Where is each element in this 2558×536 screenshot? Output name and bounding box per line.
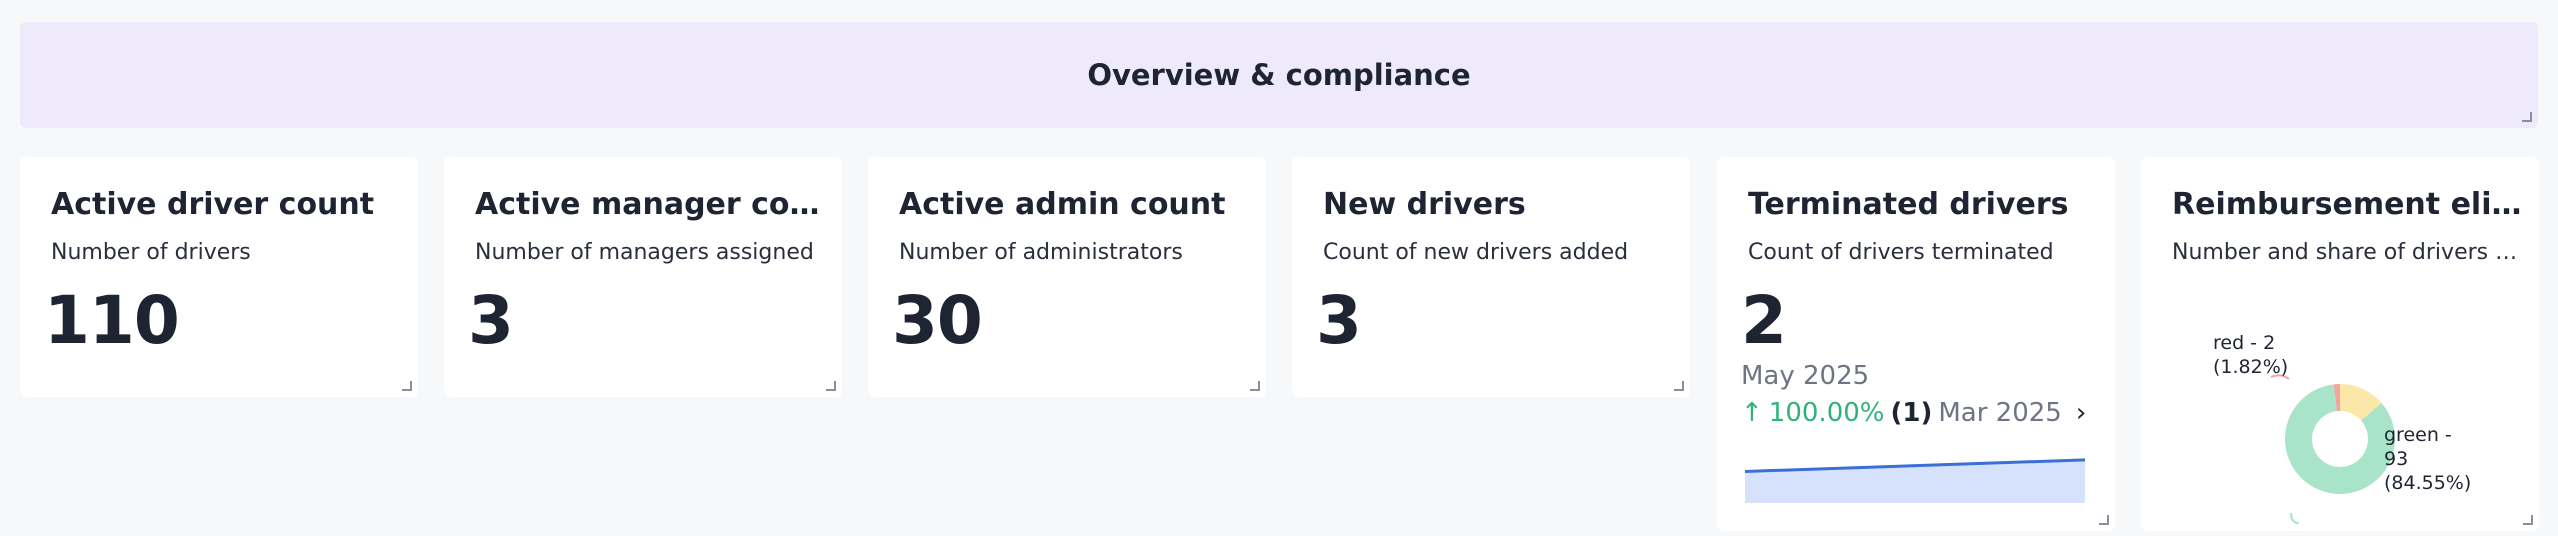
chevron-right-icon[interactable]: ›: [2076, 398, 2086, 428]
sparkline-chart: [1745, 458, 2085, 503]
resize-handle-icon[interactable]: [402, 381, 412, 391]
donut-label-red: red - 2 (1.82%): [2213, 332, 2289, 378]
card-subtitle: Number of drivers: [51, 240, 251, 265]
section-title: Overview & compliance: [1087, 58, 1471, 92]
card-title: Active driver count: [51, 187, 375, 222]
card-active-manager-count[interactable]: Active manager count Number of managers …: [444, 157, 842, 397]
trend-percent: 100.00%: [1768, 398, 1885, 428]
donut-chart: [2270, 374, 2395, 524]
period-label: May 2025: [1741, 361, 1870, 391]
card-title: Terminated drivers: [1748, 187, 2069, 222]
card-value: 3: [1316, 282, 1362, 359]
resize-handle-icon[interactable]: [826, 381, 836, 391]
card-title: New drivers: [1323, 187, 1526, 222]
resize-handle-icon[interactable]: [1674, 381, 1684, 391]
card-title: Active manager count: [475, 187, 825, 222]
card-new-drivers[interactable]: New drivers Count of new drivers added 3: [1292, 157, 1690, 397]
card-subtitle: Number of managers assigned: [475, 240, 814, 265]
donut-chart-area: red - 2 (1.82%) green - 93 (84.55%): [2141, 327, 2539, 527]
card-value: 30: [892, 282, 983, 359]
resize-handle-icon[interactable]: [2099, 515, 2109, 525]
donut-label-green: green - 93 (84.55%): [2384, 424, 2472, 494]
trend-row: ↑ 100.00% (1) Mar 2025 ›: [1741, 398, 2086, 428]
card-value: 110: [44, 282, 180, 359]
label-leader-green: [2290, 512, 2300, 524]
card-active-driver-count[interactable]: Active driver count Number of drivers 11…: [20, 157, 418, 397]
resize-handle-icon[interactable]: [2523, 515, 2533, 525]
card-title: Active admin count: [899, 187, 1226, 222]
card-value: 3: [468, 282, 514, 359]
card-subtitle: Number of administrators: [899, 240, 1183, 265]
section-header: Overview & compliance: [20, 22, 2538, 128]
card-terminated-drivers[interactable]: Terminated drivers Count of drivers term…: [1717, 157, 2115, 531]
card-value: 2: [1741, 282, 1787, 359]
trend-previous-period: Mar 2025: [1938, 398, 2062, 428]
trend-up-arrow-icon: ↑: [1741, 398, 1763, 428]
card-reimbursement-eligibility[interactable]: Reimbursement eligibility Number and sha…: [2141, 157, 2539, 531]
card-active-admin-count[interactable]: Active admin count Number of administrat…: [868, 157, 1266, 397]
resize-handle-icon[interactable]: [2522, 112, 2532, 122]
card-subtitle: Count of new drivers added: [1323, 240, 1629, 265]
card-title: Reimbursement eligibility: [2172, 187, 2522, 222]
card-subtitle: Count of drivers terminated: [1748, 240, 2054, 265]
card-subtitle: Number and share of drivers by status: [2172, 240, 2522, 265]
resize-handle-icon[interactable]: [1250, 381, 1260, 391]
trend-count: (1): [1890, 398, 1933, 428]
